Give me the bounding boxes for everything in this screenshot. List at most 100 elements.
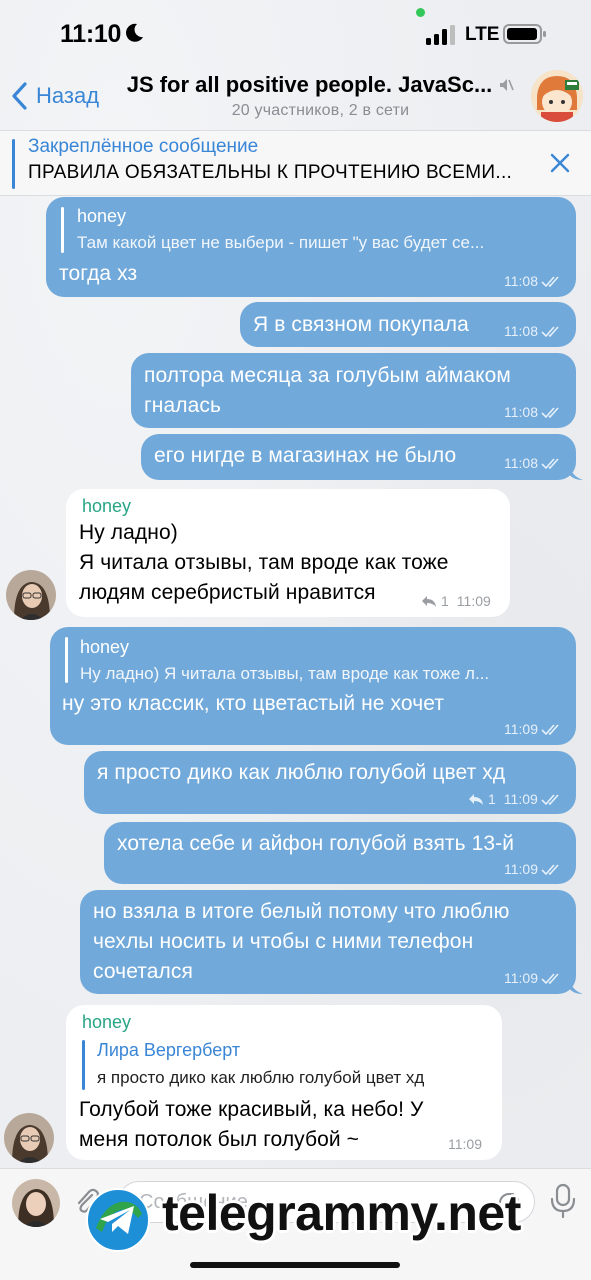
quote-text: Ну ладно) Я читала отзывы, там вроде как… [80, 664, 490, 683]
message-text: сочетался [93, 960, 193, 983]
bubble-tail [569, 978, 583, 994]
my-avatar-image [12, 1179, 60, 1227]
message-meta: 11:08 [504, 273, 563, 289]
reply-count: 1 [488, 791, 496, 807]
message-text: полтора месяца за голубым аймаком [144, 364, 511, 387]
network-type: LTE [465, 24, 500, 45]
pinned-text: ПРАВИЛА ОБЯЗАТЕЛЬНЫ К ПРОЧТЕНИЮ ВСЕМИ... [28, 162, 513, 183]
close-icon[interactable] [548, 151, 572, 175]
message-bubble-outgoing[interactable]: honey Ну ладно) Я читала отзывы, там вро… [50, 627, 576, 745]
message-bubble-incoming[interactable]: honey Лира Вергерберт я просто дико как … [66, 1005, 502, 1160]
double-check-icon [541, 794, 559, 806]
message-time: 11:08 [504, 323, 538, 339]
reply-count: 1 [441, 593, 449, 609]
message-bubble-outgoing[interactable]: хотела себе и айфон голубой взять 13-й 1… [104, 822, 576, 884]
status-time: 11:10 [60, 20, 122, 48]
message-text: гналась [144, 394, 222, 417]
quote-sender-name: honey [80, 637, 130, 657]
message-text: его нигде в магазинах не было [154, 444, 457, 467]
message-time: 11:08 [504, 455, 538, 471]
message-text: я просто дико как люблю голубой цвет хд [97, 761, 506, 784]
message-bubble-outgoing[interactable]: honey Там какой цвет не выбери - пишет "… [46, 197, 576, 297]
back-label: Назад [36, 83, 100, 108]
message-time: 11:09 [456, 593, 491, 609]
reply-arrow-icon [422, 595, 436, 607]
double-check-icon [541, 326, 559, 338]
chat-header: Назад JS for all positive people. JavaSc… [0, 64, 591, 130]
message-time: 11:09 [504, 861, 538, 877]
chat-title: JS for all positive people. JavaSc... [127, 72, 515, 98]
double-check-icon [541, 276, 559, 288]
message-time: 11:09 [504, 721, 538, 737]
message-bubble-incoming[interactable]: honey Ну ладно) Я читала отзывы, там вро… [66, 489, 510, 617]
message-text: тогда хз [59, 262, 138, 285]
sender-avatar-image [6, 570, 56, 620]
my-avatar[interactable] [12, 1179, 60, 1227]
double-check-icon [541, 724, 559, 736]
message-time: 11:08 [504, 404, 538, 420]
sender-avatar[interactable] [4, 1113, 54, 1163]
message-time: 11:09 [448, 1136, 482, 1152]
double-check-icon [541, 458, 559, 470]
message-time: 11:09 [503, 791, 538, 807]
message-bubble-outgoing[interactable]: но взяла в итоге белый потому что люблю … [80, 890, 583, 994]
quote-accent-bar [61, 207, 64, 253]
quote-accent-bar [82, 1040, 85, 1090]
sender-name: honey [82, 1012, 132, 1032]
message-meta: 11:08 [504, 455, 563, 471]
bubble-tail [569, 464, 583, 480]
watermark: telegrammy.net [86, 1185, 586, 1254]
battery-icon [503, 24, 546, 44]
message-time: 11:09 [504, 970, 538, 986]
message-text: меня потолок был голубой ~ [79, 1128, 360, 1151]
message-text: Я читала отзывы, там вроде как тоже [79, 551, 449, 574]
quote-text: Там какой цвет не выбери - пишет "у вас … [77, 233, 485, 252]
sender-avatar-image [4, 1113, 54, 1163]
message-bubble-outgoing[interactable]: я просто дико как люблю голубой цвет хд … [84, 751, 576, 814]
message-meta: 11:09 [448, 1136, 482, 1152]
double-check-icon [541, 407, 559, 419]
message-bubble-outgoing[interactable]: Я в связном покупала 11:08 [240, 302, 576, 347]
message-meta: 11:08 [504, 404, 563, 420]
message-meta: 1 11:09 [421, 593, 491, 609]
message-text: Я в связном покупала [253, 313, 469, 336]
message-meta: 11:08 [504, 323, 563, 339]
mute-icon [500, 79, 515, 91]
message-time: 11:08 [504, 273, 538, 289]
sender-avatar[interactable] [6, 570, 56, 620]
chat-subtitle: 20 участников, 2 в сети [231, 102, 410, 119]
pinned-message-bar[interactable]: Закреплённое сообщение ПРАВИЛА ОБЯЗАТЕЛЬ… [0, 130, 591, 196]
quote-text: я просто дико как люблю голубой цвет хд [97, 1068, 425, 1087]
quote-sender-name: honey [77, 206, 127, 226]
sender-name: honey [82, 496, 132, 516]
double-check-icon [541, 973, 559, 985]
message-bubble-outgoing[interactable]: полтора месяца за голубым аймаком гналас… [131, 353, 576, 428]
watermark-text: telegrammy.net [162, 1185, 521, 1241]
chevron-left-icon [12, 82, 27, 110]
group-avatar[interactable] [531, 70, 583, 122]
privacy-indicator-dot [416, 8, 425, 17]
chat-title-text: JS for all positive people. JavaSc... [126, 72, 493, 97]
message-text: Ну ладно) [79, 521, 178, 544]
chat-title-area[interactable]: JS for all positive people. JavaSc... 20… [118, 72, 523, 120]
message-meta: 11:09 [504, 861, 563, 877]
message-bubble-outgoing[interactable]: его нигде в магазинах не было 11:08 [141, 434, 583, 480]
home-indicator [190, 1262, 400, 1268]
status-bar: 11:10 LTE [0, 0, 591, 64]
message-meta: 11:09 [504, 721, 563, 737]
reply-arrow-icon [469, 793, 483, 805]
pinned-accent-bar [12, 139, 15, 189]
message-text: но взяла в итоге белый потому что люблю [93, 900, 510, 923]
message-text: хотела себе и айфон голубой взять 13-й [117, 832, 515, 855]
message-text: ну это классик, кто цветастый не хочет [62, 692, 445, 715]
telegram-logo-icon [86, 1188, 150, 1252]
back-button[interactable]: Назад [8, 78, 99, 114]
quote-sender-name: Лира Вергерберт [97, 1040, 241, 1060]
double-check-icon [541, 864, 559, 876]
message-meta: 11:09 [504, 970, 563, 986]
message-meta: 1 11:09 [468, 791, 563, 807]
group-avatar-image [531, 70, 583, 122]
quote-accent-bar [65, 637, 68, 683]
pinned-title: Закреплённое сообщение [28, 136, 259, 157]
message-text: людям серебристый нравится [79, 581, 376, 604]
